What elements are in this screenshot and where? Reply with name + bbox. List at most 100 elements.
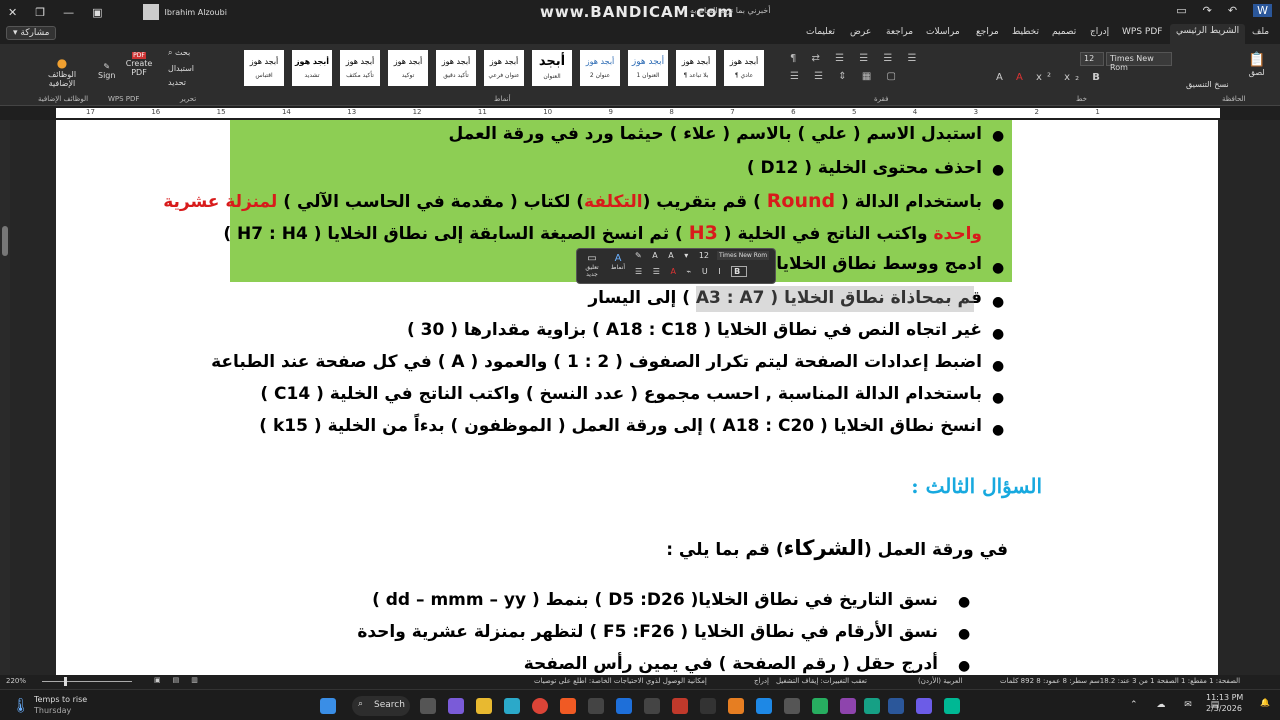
tab-wps-pdf[interactable]: WPS PDF	[1122, 27, 1162, 37]
zoom-slider[interactable]	[42, 677, 132, 686]
tab-design[interactable]: تصميم	[1052, 27, 1076, 37]
app-icon-7[interactable]	[812, 698, 828, 714]
view-buttons[interactable]: ▣▤▥	[154, 676, 210, 684]
style-title[interactable]: أبجد العنوان	[532, 50, 572, 86]
paste-button[interactable]: 📋 لصق	[1248, 52, 1265, 77]
mini-format-row[interactable]: ✎ A A ▾ 12	[635, 251, 709, 260]
document-page[interactable]: ● استبدل الاسم ( علي ) بالاسم ( علاء ) ح…	[56, 120, 1218, 675]
ribbon-tabs: ▾ مشاركة تعليمات عرض مراجعة مراسلات مراج…	[0, 24, 1280, 44]
app-icon-5[interactable]	[756, 698, 772, 714]
tab-help[interactable]: تعليمات	[806, 27, 835, 37]
style-intense-emphasis[interactable]: أبجد هوز تأكيد مكثف	[340, 50, 380, 86]
replace-button[interactable]: استبدال	[168, 64, 194, 73]
style-no-spacing[interactable]: أبجد هوز ¶ بلا تباعد	[676, 50, 716, 86]
bullet: ●	[992, 358, 1005, 374]
text-selection	[696, 286, 974, 312]
style-emphasis[interactable]: أبجد هوز توكيد	[388, 50, 428, 86]
app-icon-9[interactable]	[864, 698, 880, 714]
font-controls[interactable]: A A x² x₂ B	[996, 72, 1105, 83]
word-icon[interactable]	[888, 698, 904, 714]
language-status[interactable]: العربية (الأردن)	[918, 677, 962, 685]
taskbar-search[interactable]: ⌕ Search	[352, 696, 410, 716]
doc-line-7: غير اتجاه النص في نطاق الخلايا ( A18 : C…	[406, 320, 982, 340]
style-quote[interactable]: أبجد هوز اقتباس	[244, 50, 284, 86]
mini-font-select[interactable]: Times New Rom	[717, 251, 770, 260]
tab-references[interactable]: مراجع	[976, 27, 999, 37]
zoom-level[interactable]: 220%	[6, 677, 26, 685]
style-heading-2[interactable]: أبجد هوز عنوان 2	[580, 50, 620, 86]
edge-icon[interactable]	[504, 698, 520, 714]
app-icon-10[interactable]	[916, 698, 932, 714]
tab-review[interactable]: مراجعة	[886, 27, 913, 37]
store-icon[interactable]	[588, 698, 604, 714]
addins-button[interactable]: ● الوظائف الإضافية	[38, 56, 86, 88]
app-logo-icon: W	[1253, 4, 1272, 17]
app-icon-4[interactable]	[728, 698, 744, 714]
brave-icon[interactable]	[560, 698, 576, 714]
outlook-icon[interactable]	[616, 698, 632, 714]
undo-icon[interactable]: ↶	[1228, 4, 1237, 17]
tab-insert[interactable]: إدراج	[1090, 27, 1109, 37]
doc-line-3: باستخدام الدالة ( Round ) قم بتقريب (الت…	[163, 190, 982, 212]
ribbon: ● الوظائف الإضافية ✎ Sign PDF Create PDF …	[0, 44, 1280, 106]
style-heading-1[interactable]: أبجد هوز العنوان 1	[628, 50, 668, 86]
format-painter-button[interactable]: نسخ التنسيق	[1186, 80, 1229, 89]
start-button[interactable]	[320, 698, 336, 714]
app-icon-2[interactable]	[672, 698, 688, 714]
close-icon[interactable]: ✕	[8, 6, 17, 19]
app-icon-11[interactable]	[944, 698, 960, 714]
copilot-icon[interactable]	[448, 698, 464, 714]
tab-mailings[interactable]: مراسلات	[926, 27, 960, 37]
redo-icon[interactable]: ↷	[1203, 4, 1212, 17]
ribbon-options-icon[interactable]: ▣	[92, 6, 102, 19]
mini-format-row-2[interactable]: ☰ ☰ A ⌁ U I B	[635, 266, 748, 277]
vertical-scrollbar[interactable]	[0, 120, 10, 675]
font-size-select[interactable]: 12	[1080, 52, 1104, 66]
clock-time[interactable]: 11:13 PM	[1206, 693, 1243, 702]
minimize-icon[interactable]: —	[63, 6, 74, 19]
style-subtle-emphasis[interactable]: أبجد هوز تأكيد دقيق	[436, 50, 476, 86]
sign-button[interactable]: ✎ Sign	[98, 62, 115, 80]
tab-layout[interactable]: تخطيط	[1012, 27, 1039, 37]
bullet: ●	[958, 594, 971, 610]
avatar[interactable]	[142, 4, 159, 20]
ruler[interactable]: 17 16 15 14 13 12 11 10 9 8 7 6 5 4 3 2 1	[0, 106, 1280, 120]
app-icon-1[interactable]	[644, 698, 660, 714]
group-label-paragraph: فقرة	[874, 95, 889, 103]
app-icon-6[interactable]	[784, 698, 800, 714]
style-normal[interactable]: أبجد هوز ¶ عادي	[724, 50, 764, 86]
tab-file[interactable]: ملف	[1252, 27, 1269, 37]
page-status[interactable]: الصفحة: 1 مقطع: 1 الصفحة 1 من 3 عند: 18.…	[1000, 677, 1240, 685]
accessibility-status[interactable]: إمكانية الوصول لذوي الاحتياجات الخاصة: ا…	[534, 677, 707, 685]
font-name-select[interactable]: Times New Rom	[1106, 52, 1172, 72]
app-icon-8[interactable]	[840, 698, 856, 714]
taskbar: 🌡 Temps to rise Thursday ⌕ Search ⌃ ☁ ✉ ▤…	[0, 689, 1280, 720]
share-button[interactable]: ▾ مشاركة	[6, 26, 57, 40]
style-subtitle[interactable]: أبجد هوز عنوان فرعي	[484, 50, 524, 86]
file-explorer-icon[interactable]	[476, 698, 492, 714]
tab-home[interactable]: الشريط الرئيسي	[1170, 24, 1246, 44]
restore-icon[interactable]: ❐	[35, 6, 45, 19]
bullet: ●	[992, 162, 1005, 178]
paragraph-controls[interactable]: ¶ ⇄ ☰ ☰ ☰ ☰ ☰ ☰ ⇕ ▦ ▢	[790, 50, 970, 90]
styles-button[interactable]: A أنماط	[607, 253, 629, 271]
notification-icon[interactable]: 🔔	[1260, 698, 1270, 707]
insert-mode[interactable]: إدراج	[754, 677, 769, 685]
new-comment-button[interactable]: ▭ تعليق جديد	[581, 253, 603, 278]
style-strong[interactable]: أبجد هوز تشديد	[292, 50, 332, 86]
clock-date[interactable]: 2/3/2026	[1206, 704, 1242, 713]
scroll-thumb[interactable]	[2, 226, 8, 256]
track-changes-status[interactable]: تعقب التغييرات: إيقاف التشغيل	[776, 677, 867, 685]
doc-sub-3: أدرج حقل ( رقم الصفحة ) في يمين رأس الصف…	[523, 654, 938, 674]
find-button[interactable]: ⌕ بحث	[168, 48, 190, 58]
select-button[interactable]: تحديد	[168, 78, 186, 87]
app-icon-3[interactable]	[700, 698, 716, 714]
save-icon[interactable]: ▭	[1176, 4, 1186, 17]
tab-view[interactable]: عرض	[850, 27, 871, 37]
task-view-icon[interactable]	[420, 698, 436, 714]
tell-me-search[interactable]: أخبرني بما تريد القيام به	[690, 6, 770, 15]
zoom-slider-thumb[interactable]	[64, 677, 67, 686]
create-pdf-button[interactable]: PDF Create PDF	[122, 52, 156, 77]
user-name: Ibrahim Alzoubi	[164, 7, 227, 17]
chrome-icon[interactable]	[532, 698, 548, 714]
